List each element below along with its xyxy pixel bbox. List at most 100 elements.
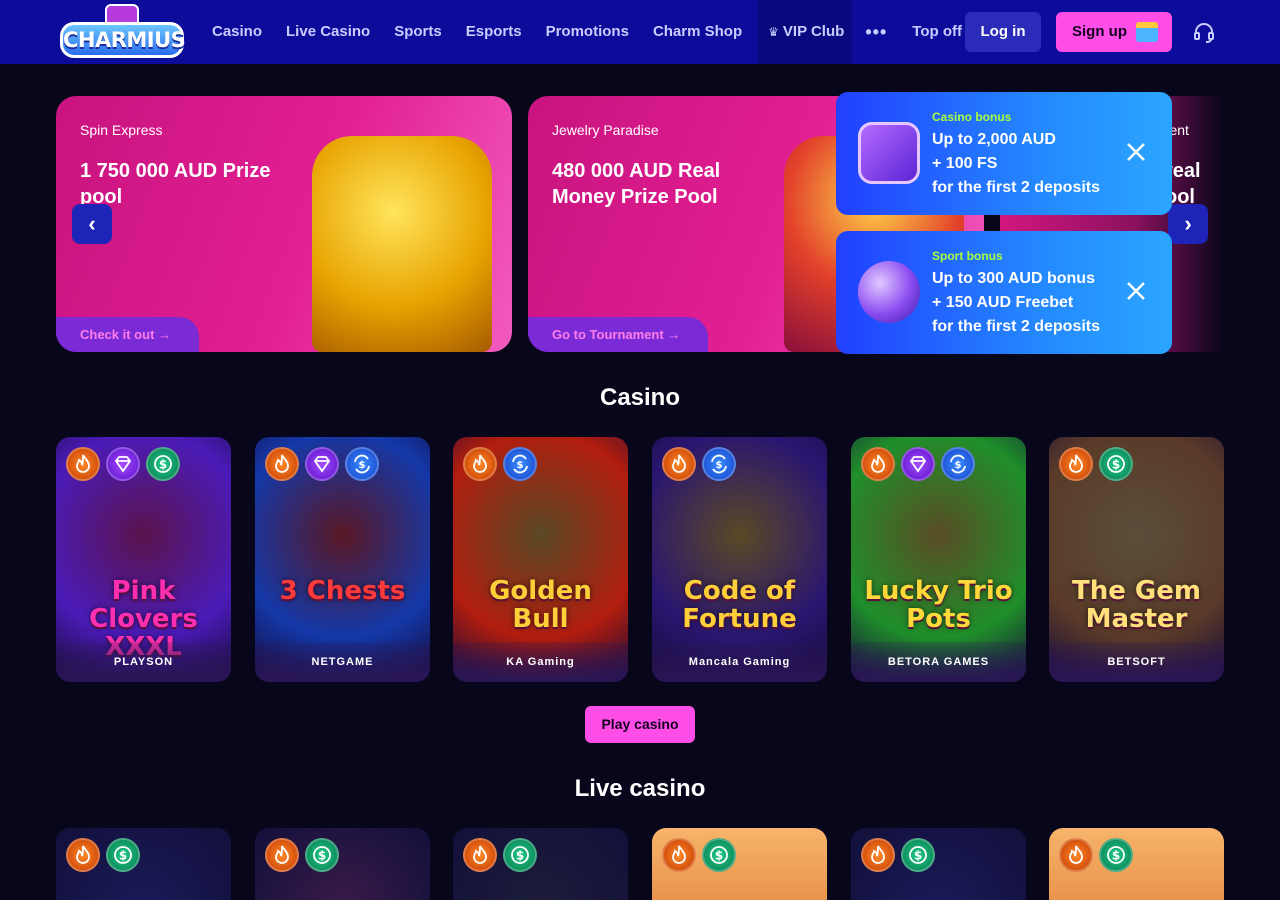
banner-title: real ool — [1165, 160, 1201, 208]
dollar-badge-icon: $ — [702, 838, 736, 872]
game-provider: BETORA GAMES — [851, 642, 1026, 682]
fire-badge-icon — [861, 838, 895, 872]
bonus-text: Up to 2,000 AUD + 100 FS for the first 2… — [932, 128, 1100, 200]
logo-wordmark: CHARMIUS — [60, 22, 186, 58]
svg-text:$: $ — [715, 849, 723, 863]
bonus-label: Sport bonus — [932, 249, 1003, 263]
game-provider: BETSOFT — [1049, 642, 1224, 682]
gem-badge-icon — [901, 447, 935, 481]
nav-casino[interactable]: Casino — [200, 0, 274, 64]
game-title: Lucky Trio Pots — [864, 576, 1013, 634]
sport-bonus-popup[interactable]: Sport bonus Up to 300 AUD bonus + 150 AU… — [836, 231, 1172, 354]
signup-label: Sign up — [1072, 23, 1127, 40]
live-game-card[interactable]: $ — [56, 828, 231, 900]
play-casino-button[interactable]: Play casino — [585, 706, 695, 743]
main-nav: Casino Live Casino Sports Esports Promot… — [200, 0, 974, 64]
check-it-out-button[interactable]: Check it out → — [56, 317, 200, 352]
dollar-badge-icon: $ — [146, 447, 180, 481]
nav-sports[interactable]: Sports — [382, 0, 454, 64]
bonus-line: Up to 2,000 AUD — [932, 131, 1056, 148]
live-game-card[interactable]: $ — [453, 828, 628, 900]
dollar-badge-icon: $ — [503, 838, 537, 872]
game-card[interactable]: $3 Chests NETGAME — [255, 437, 430, 682]
game-badges: $ — [1059, 447, 1133, 481]
game-card[interactable]: $ Lucky Trio Pots BETORA GAMES — [851, 437, 1026, 682]
svg-text:$: $ — [159, 458, 167, 472]
fire-badge-icon — [1059, 447, 1093, 481]
dollar-badge-icon: $ — [305, 838, 339, 872]
banner-title: 480 000 AUD Real Money Prize Pool — [552, 160, 721, 208]
game-badges: $ — [66, 447, 180, 481]
live-game-card[interactable]: $ — [851, 828, 1026, 900]
swap-badge-icon: $ — [941, 447, 975, 481]
close-icon[interactable] — [1124, 140, 1148, 164]
fire-badge-icon — [662, 838, 696, 872]
game-badges: $ — [463, 447, 537, 481]
dollar-badge-icon: $ — [106, 838, 140, 872]
game-badges: $ — [861, 838, 935, 872]
bonus-line: + 150 AUD Freebet — [932, 294, 1074, 311]
swap-badge-icon: $ — [345, 447, 379, 481]
cta-label: Go to Tournament — [552, 327, 664, 342]
dollar-badge-icon: $ — [1099, 447, 1133, 481]
game-card[interactable]: $ Golden Bull KA Gaming — [453, 437, 628, 682]
nav-esports[interactable]: Esports — [454, 0, 534, 64]
fire-badge-icon — [66, 447, 100, 481]
game-title: 3 Chests — [279, 576, 406, 606]
game-badges: $ — [265, 447, 379, 481]
go-to-tournament-button[interactable]: Go to Tournament → — [528, 317, 709, 352]
swap-badge-icon: $ — [702, 447, 736, 481]
bonus-line: + 100 FS — [932, 155, 998, 172]
login-button[interactable]: Log in — [965, 12, 1041, 52]
carousel-prev-button[interactable]: ‹ — [72, 204, 112, 244]
gift-box-icon — [858, 122, 920, 184]
game-title: The Gem Master — [1072, 576, 1201, 634]
casino-bonus-popup[interactable]: Casino bonus Up to 2,000 AUD + 100 FS fo… — [836, 92, 1172, 215]
fire-badge-icon — [66, 838, 100, 872]
banner-category: Spin Express — [80, 122, 163, 138]
live-game-card[interactable]: $ — [1049, 828, 1224, 900]
nav-charm-shop[interactable]: Charm Shop — [641, 0, 754, 64]
fire-badge-icon — [265, 447, 299, 481]
game-badges: $ — [861, 447, 975, 481]
fire-badge-icon — [861, 447, 895, 481]
swap-badge-icon: $ — [503, 447, 537, 481]
close-icon[interactable] — [1124, 279, 1148, 303]
live-game-card[interactable]: $ — [255, 828, 430, 900]
game-card[interactable]: $ The Gem Master BETSOFT — [1049, 437, 1224, 682]
gift-icon — [1136, 22, 1158, 42]
bonus-line: for the first 2 deposits — [932, 318, 1101, 335]
game-card[interactable]: $Pink Clovers XXXLPLAYSON — [56, 437, 231, 682]
fire-badge-icon — [662, 447, 696, 481]
nav-live-casino[interactable]: Live Casino — [274, 0, 382, 64]
svg-text:$: $ — [914, 849, 922, 863]
more-menu-button[interactable]: ••• — [852, 0, 900, 64]
arrow-right-icon: → — [158, 327, 172, 342]
game-provider: Mancala Gaming — [652, 642, 827, 682]
signup-button[interactable]: Sign up — [1056, 12, 1172, 52]
game-badges: $ — [662, 447, 736, 481]
promo-banner-spin-express[interactable]: Spin Express 1 750 000 AUD Prize pool Ch… — [56, 96, 512, 352]
fire-badge-icon — [265, 838, 299, 872]
fire-badge-icon — [463, 447, 497, 481]
live-casino-section-title: Live casino — [574, 775, 706, 802]
headset-support-icon[interactable] — [1192, 20, 1216, 44]
casino-section-title: Casino — [599, 384, 680, 411]
banner-category: Jewelry Paradise — [552, 122, 659, 138]
game-badges: $ — [662, 838, 736, 872]
svg-text:$: $ — [1112, 458, 1120, 472]
game-provider: PLAYSON — [56, 642, 231, 682]
nav-promotions[interactable]: Promotions — [534, 0, 641, 64]
svg-text:$: $ — [517, 460, 524, 471]
charmius-logo[interactable]: CHARMIUS — [60, 4, 186, 60]
svg-text:$: $ — [359, 460, 366, 471]
game-badges: $ — [265, 838, 339, 872]
carousel-next-button[interactable]: › — [1168, 204, 1208, 244]
game-card[interactable]: $ Code of Fortune Mancala Gaming — [652, 437, 827, 682]
nav-vip-club[interactable]: ♛ VIP Club — [758, 0, 853, 64]
nav-top-off[interactable]: Top off — [900, 0, 974, 64]
live-game-card[interactable]: $ — [652, 828, 827, 900]
bonus-line: for the first 2 deposits — [932, 179, 1101, 196]
banner-title: 1 750 000 AUD Prize pool — [80, 160, 271, 208]
train-artwork — [312, 136, 492, 352]
